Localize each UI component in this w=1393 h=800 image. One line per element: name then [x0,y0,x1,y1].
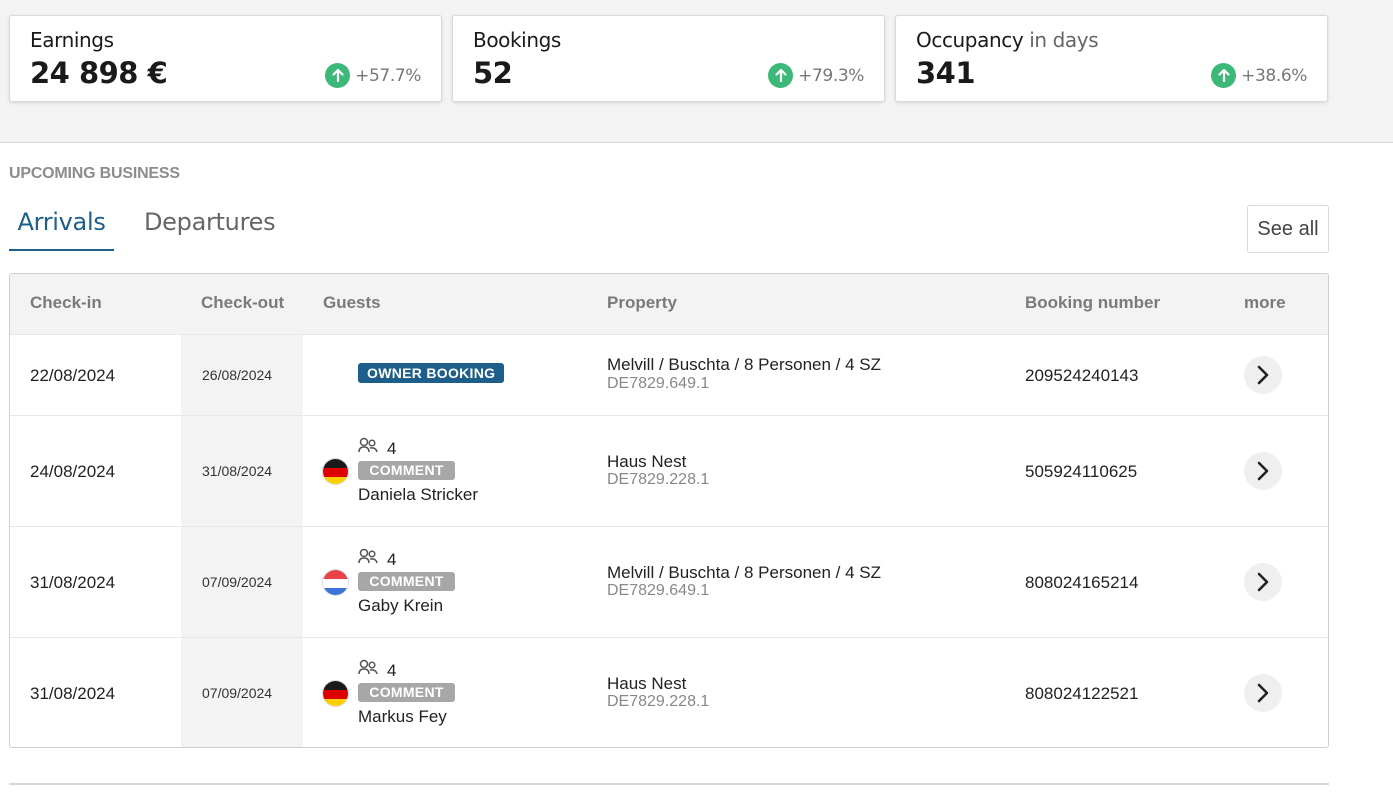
table-row[interactable]: 24/08/2024 31/08/2024 4 COMMENT Daniela … [10,415,1328,526]
bookings-table: Check-in Check-out Guests Property Booki… [9,273,1329,748]
germany-flag-icon [322,458,349,485]
property-name: Haus Nest [607,674,687,693]
chevron-right-icon [1257,365,1269,385]
guest-count: 4 [387,439,397,458]
property-name: Melvill / Buschta / 8 Personen / 4 SZ [607,355,882,374]
people-icon [358,659,378,681]
germany-flag-icon [322,680,349,707]
booking-number: 808024165214 [1025,573,1139,592]
checkout-date: 07/09/2024 [202,574,273,590]
booking-number: 505924110625 [1025,462,1138,481]
chevron-right-icon [1257,683,1269,703]
checkout-date: 26/08/2024 [202,367,273,383]
divider [9,783,1329,785]
comment-badge[interactable]: COMMENT [358,572,455,591]
stat-card-earnings: Earnings 24 898 € +57.7% [9,15,442,102]
arrow-up-icon [1211,63,1237,88]
guest-name: Markus Fey [358,707,447,726]
checkout-date: 07/09/2024 [202,685,273,701]
comment-badge[interactable]: COMMENT [358,461,455,480]
stat-card-occupancy: Occupancy in days 341 +38.6% [895,15,1328,102]
trend-value: +79.3% [798,65,864,86]
more-button[interactable] [1244,563,1282,601]
stat-title: Earnings [30,28,114,52]
header-guests: Guests [323,293,381,312]
stat-value: 341 [916,56,976,90]
stats-band: Earnings 24 898 € +57.7% Bookings 52 +79… [0,0,1393,143]
property-name: Melvill / Buschta / 8 Personen / 4 SZ [607,563,882,582]
arrow-up-icon [768,63,794,88]
chevron-right-icon [1257,572,1269,592]
property-code: DE7829.649.1 [607,582,710,599]
guest-name: Gaby Krein [358,596,444,615]
tab-arrivals[interactable]: Arrivals [9,208,114,251]
people-icon [358,437,378,459]
header-more: more [1244,293,1286,312]
arrow-up-icon [325,63,351,88]
table-row[interactable]: 31/08/2024 07/09/2024 4 COMMENT Gaby Kre… [10,526,1328,637]
property-name: Haus Nest [607,452,687,471]
more-button[interactable] [1244,452,1282,490]
checkin-date: 22/08/2024 [30,366,116,385]
stat-title: Occupancy in days [916,28,1099,52]
section-heading: UPCOMING BUSINESS [9,165,180,182]
header-checkin: Check-in [30,293,102,312]
checkin-date: 24/08/2024 [30,462,116,481]
stat-trend: +38.6% [1211,63,1307,88]
table-header: Check-in Check-out Guests Property Booki… [10,274,1328,334]
stat-value: 24 898 € [30,56,168,90]
checkin-date: 31/08/2024 [30,684,116,703]
header-checkout: Check-out [201,293,285,312]
guest-count: 4 [387,550,397,569]
stat-trend: +57.7% [325,63,421,88]
checkout-date: 31/08/2024 [202,463,273,479]
netherlands-flag-icon [322,569,349,596]
trend-value: +38.6% [1241,65,1307,86]
people-icon [358,548,378,570]
guest-name: Daniela Stricker [358,485,478,504]
header-booking-number: Booking number [1025,293,1161,312]
property-code: DE7829.228.1 [607,471,710,488]
chevron-right-icon [1257,461,1269,481]
see-all-button[interactable]: See all [1247,205,1329,253]
property-code: DE7829.228.1 [607,693,710,710]
stat-card-bookings: Bookings 52 +79.3% [452,15,885,102]
more-button[interactable] [1244,674,1282,712]
property-code: DE7829.649.1 [607,375,710,392]
trend-value: +57.7% [355,65,421,86]
table-row[interactable]: 22/08/2024 26/08/2024 OWNER BOOKING Melv… [10,334,1328,415]
stat-title: Bookings [473,28,561,52]
tab-departures[interactable]: Departures [144,208,276,251]
table-row[interactable]: 31/08/2024 07/09/2024 4 COMMENT Markus F… [10,637,1328,747]
stat-subtitle: in days [1029,28,1099,52]
more-button[interactable] [1244,356,1282,394]
booking-number: 209524240143 [1025,366,1139,385]
checkin-date: 31/08/2024 [30,573,116,592]
stat-trend: +79.3% [768,63,864,88]
booking-number: 808024122521 [1025,684,1139,703]
owner-booking-badge: OWNER BOOKING [358,363,505,383]
comment-badge[interactable]: COMMENT [358,683,455,702]
header-property: Property [607,293,677,312]
guest-count: 4 [387,661,397,680]
stat-value: 52 [473,56,513,90]
